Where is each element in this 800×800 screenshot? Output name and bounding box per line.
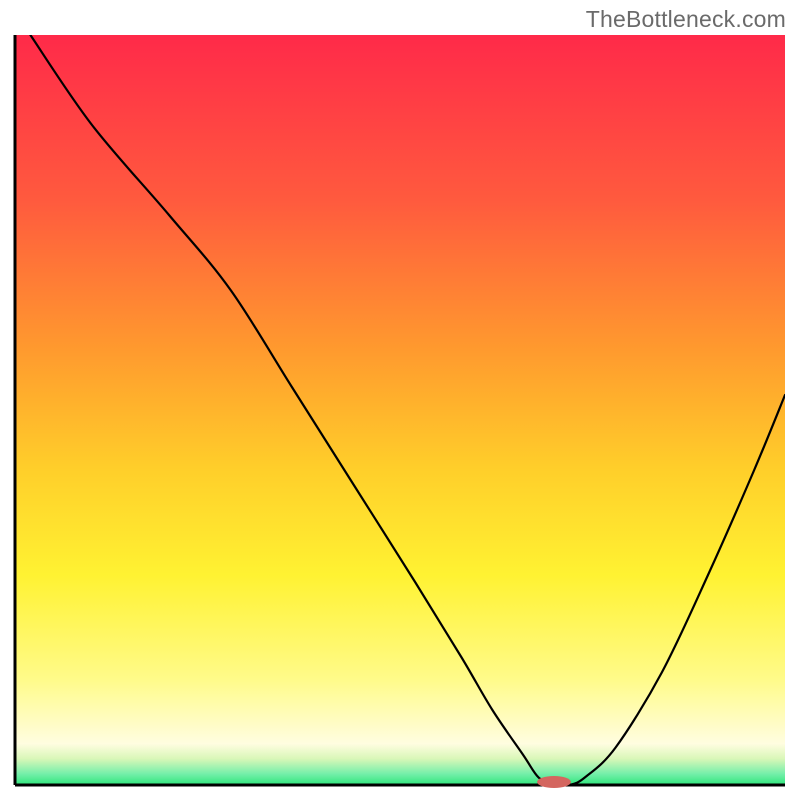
watermark-text: TheBottleneck.com bbox=[586, 6, 786, 33]
gradient-background bbox=[15, 35, 785, 785]
minimum-marker bbox=[537, 776, 571, 788]
chart-svg bbox=[0, 0, 800, 800]
chart-container: TheBottleneck.com bbox=[0, 0, 800, 800]
